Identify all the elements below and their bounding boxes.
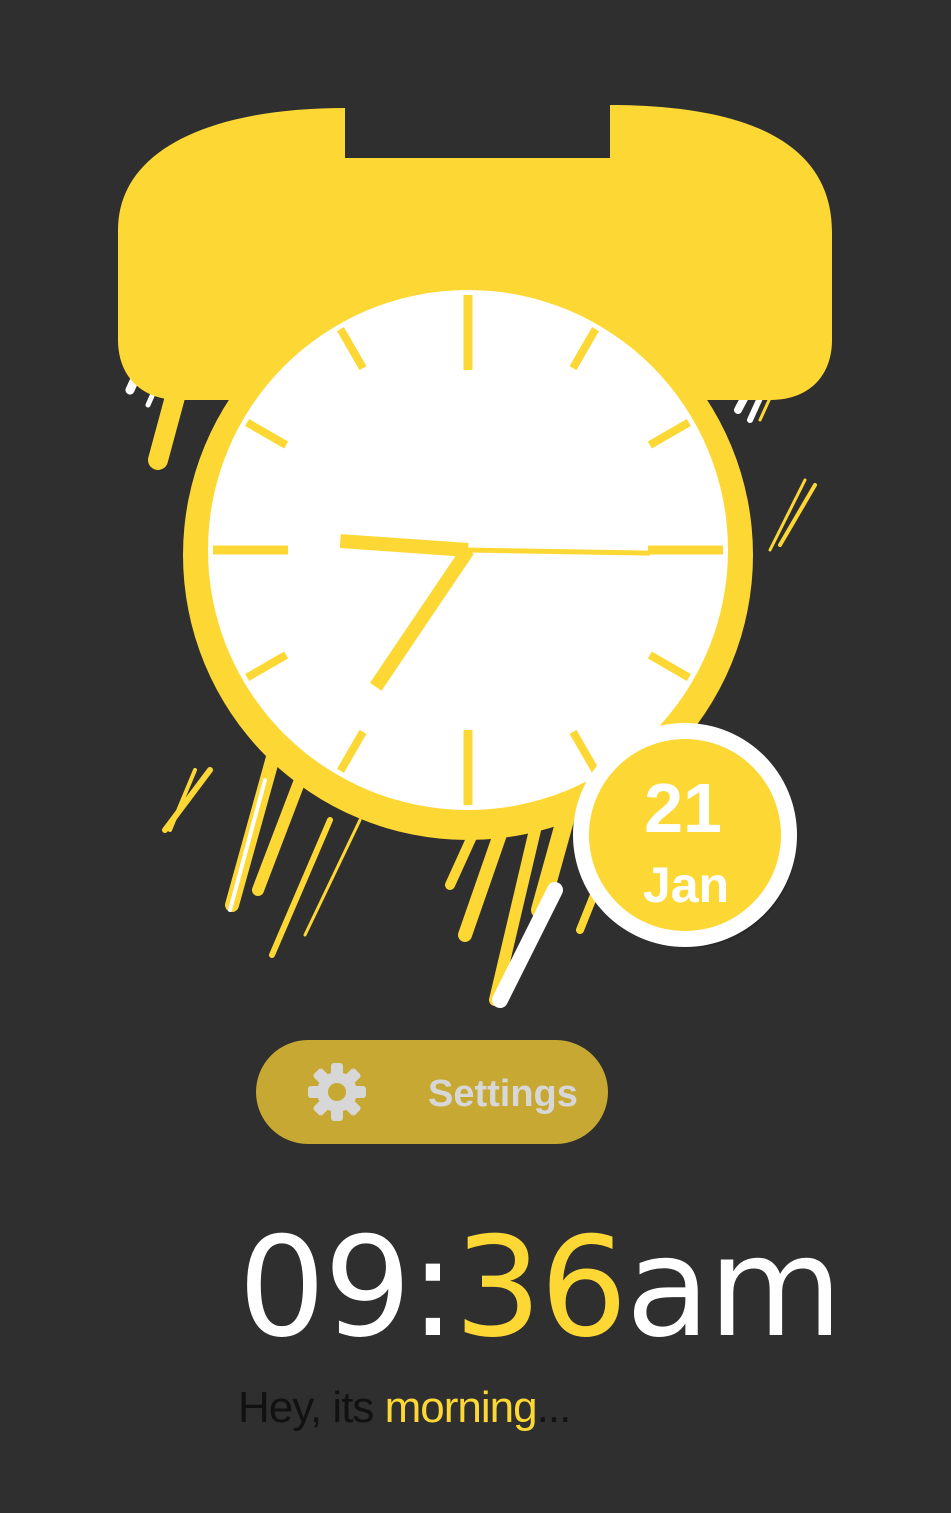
alarm-clock-illustration: 21 Jan [118,105,832,1008]
greeting-prefix: Hey, its [238,1383,385,1432]
digital-time: 09:36am [238,1207,843,1368]
time-minutes: 36 [454,1207,628,1368]
time-hours: 09 [238,1207,412,1368]
settings-button-label: Settings [428,1073,578,1115]
date-badge: 21 Jan [573,723,797,948]
greeting-ellipsis: ... [536,1383,572,1432]
greeting-message: Hey, its morning... [238,1382,572,1434]
alarm-clock-screen: 21 Jan Settings 09:36am Hey, its morning… [0,0,951,1513]
second-hand [467,547,651,556]
greeting-time-of-day: morning [384,1383,538,1432]
date-badge-day: 21 [644,769,722,847]
date-badge-month: Jan [643,857,729,913]
gear-icon [308,1063,366,1121]
hour-hand [339,534,469,557]
time-separator: : [409,1207,456,1368]
time-meridiem: am [625,1207,843,1368]
